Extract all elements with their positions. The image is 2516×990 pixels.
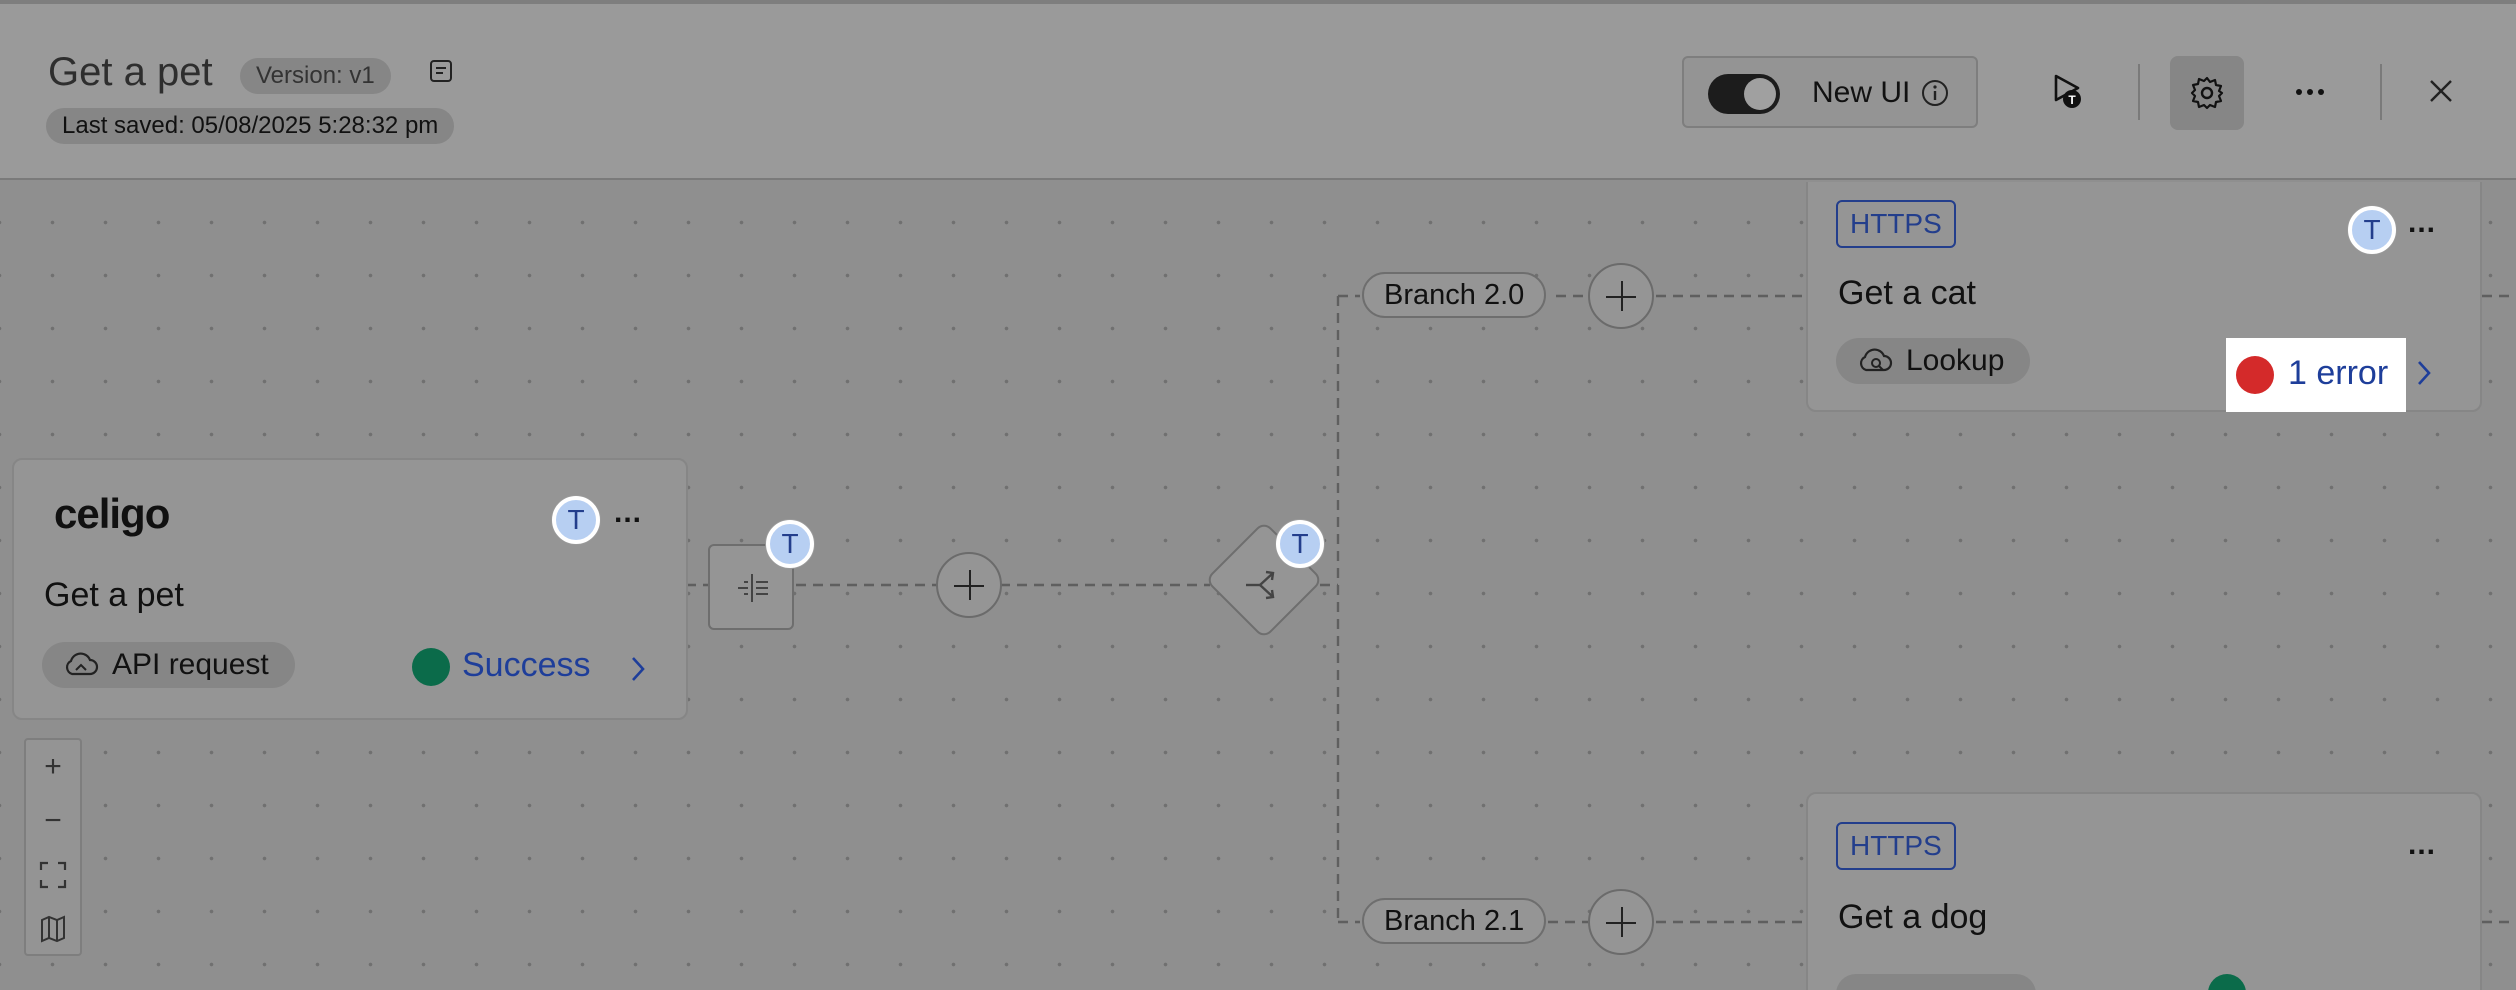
zoom-in-button[interactable]: +	[26, 740, 80, 794]
add-step-button[interactable]	[1588, 889, 1654, 955]
header-divider	[2138, 64, 2140, 120]
gear-icon	[2190, 76, 2224, 110]
card-more-button[interactable]: ...	[614, 496, 642, 530]
card-title: Get a pet	[44, 576, 184, 614]
branch-label[interactable]: Branch 2.0	[1362, 272, 1547, 318]
success-status-dot	[412, 648, 450, 686]
add-step-button[interactable]	[1588, 263, 1654, 329]
cloud-lookup-icon	[1859, 348, 1893, 372]
success-status-dot	[2208, 974, 2246, 990]
dog-card[interactable]: HTTPS ... Get a dog	[1806, 792, 2482, 990]
add-step-button[interactable]	[936, 552, 1002, 618]
run-test-icon[interactable]: T	[2050, 72, 2086, 112]
flow-title[interactable]: Get a pet	[48, 50, 213, 95]
new-ui-label: New UI	[1812, 76, 1911, 109]
error-highlight: 1 error	[2226, 338, 2406, 412]
status-link[interactable]: 1 error	[2288, 354, 2388, 393]
transform-icon	[738, 574, 768, 602]
cloud-api-icon	[65, 652, 99, 676]
card-title: Get a cat	[1838, 274, 1976, 312]
branch-label[interactable]: Branch 2.1	[1362, 898, 1547, 944]
more-icon[interactable]	[2294, 82, 2326, 102]
celigo-logo: celigo	[54, 490, 170, 537]
version-badge: Version: v1	[240, 58, 391, 94]
map-icon[interactable]	[39, 915, 67, 943]
source-card[interactable]: celigo T ... Get a pet API request Succe…	[12, 458, 688, 720]
header-divider	[2380, 64, 2382, 120]
toggle-knob	[1744, 78, 1776, 110]
card-more-button[interactable]: ...	[2408, 206, 2436, 240]
branch-router-icon	[1246, 570, 1275, 600]
new-ui-toggle[interactable]	[1708, 74, 1780, 114]
chevron-right-icon[interactable]	[2414, 358, 2434, 388]
info-icon[interactable]	[1920, 78, 1950, 108]
error-status-dot	[2236, 356, 2274, 394]
settings-button[interactable]	[2170, 56, 2244, 130]
user-avatar: T	[2348, 206, 2396, 254]
notes-icon[interactable]	[428, 58, 454, 84]
status-link[interactable]: Success	[462, 646, 591, 685]
flow-header: Get a pet Version: v1 Last saved: 05/08/…	[0, 0, 2516, 180]
step-type-chip	[1836, 974, 2036, 990]
close-icon[interactable]	[2428, 78, 2454, 104]
card-more-button[interactable]: ...	[2408, 828, 2436, 862]
https-badge: HTTPS	[1836, 200, 1956, 248]
svg-text:T: T	[2068, 93, 2076, 107]
zoom-controls: + −	[24, 738, 82, 956]
new-ui-toggle-group: New UI	[1682, 56, 1978, 128]
https-badge: HTTPS	[1836, 822, 1956, 870]
step-type-chip: API request	[42, 642, 295, 688]
transform-avatar: T	[766, 520, 814, 568]
step-type-label: API request	[112, 648, 269, 681]
flow-canvas[interactable]: celigo T ... Get a pet API request Succe…	[0, 182, 2516, 990]
step-type-label: Lookup	[1906, 344, 2005, 377]
fit-view-icon[interactable]	[39, 861, 67, 889]
step-type-chip: Lookup	[1836, 338, 2031, 384]
card-title: Get a dog	[1838, 898, 1988, 936]
chevron-right-icon[interactable]	[628, 654, 648, 684]
zoom-out-button[interactable]: −	[26, 794, 80, 848]
user-avatar: T	[552, 496, 600, 544]
router-avatar: T	[1276, 520, 1324, 568]
last-saved-badge: Last saved: 05/08/2025 5:28:32 pm	[46, 108, 455, 144]
